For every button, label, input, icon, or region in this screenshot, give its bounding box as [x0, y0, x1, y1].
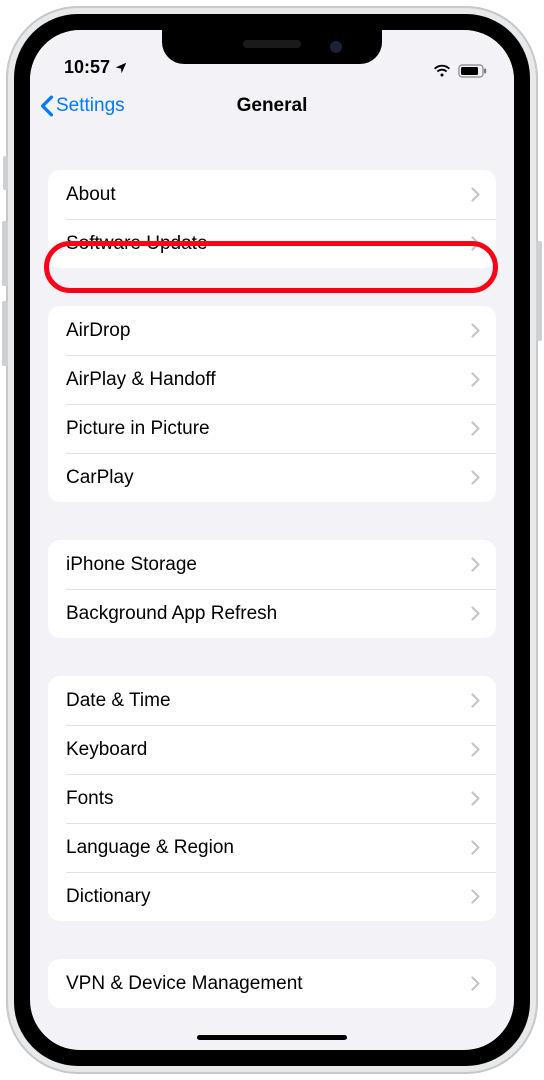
row-background-app-refresh[interactable]: Background App Refresh	[48, 589, 496, 638]
row-label: About	[66, 184, 116, 206]
row-airplay-handoff[interactable]: AirPlay & Handoff	[48, 355, 496, 404]
home-indicator[interactable]	[197, 1035, 347, 1040]
power-button	[536, 241, 542, 341]
row-label: AirDrop	[66, 320, 130, 342]
row-date-time[interactable]: Date & Time	[48, 676, 496, 725]
chevron-right-icon	[471, 693, 480, 708]
chevron-right-icon	[471, 372, 480, 387]
row-keyboard[interactable]: Keyboard	[48, 725, 496, 774]
phone-frame: 10:57	[6, 6, 538, 1074]
chevron-right-icon	[471, 470, 480, 485]
status-icons	[432, 64, 488, 78]
mute-switch	[3, 156, 8, 190]
settings-group: About Software Update	[48, 170, 496, 268]
row-dictionary[interactable]: Dictionary	[48, 872, 496, 921]
row-label: AirPlay & Handoff	[66, 369, 216, 391]
row-carplay[interactable]: CarPlay	[48, 453, 496, 502]
row-label: Software Update	[66, 233, 208, 255]
chevron-right-icon	[471, 236, 480, 251]
row-label: Fonts	[66, 788, 114, 810]
chevron-right-icon	[471, 323, 480, 338]
row-picture-in-picture[interactable]: Picture in Picture	[48, 404, 496, 453]
chevron-right-icon	[471, 840, 480, 855]
chevron-right-icon	[471, 791, 480, 806]
status-time-area: 10:57	[64, 57, 128, 78]
volume-up-button	[2, 221, 8, 286]
settings-group: AirDrop AirPlay & Handoff Picture in Pictu…	[48, 306, 496, 502]
row-iphone-storage[interactable]: iPhone Storage	[48, 540, 496, 589]
chevron-right-icon	[471, 557, 480, 572]
page-title: General	[237, 95, 308, 117]
row-label: Background App Refresh	[66, 603, 277, 625]
chevron-right-icon	[471, 742, 480, 757]
speaker-grille	[243, 40, 301, 48]
chevron-right-icon	[471, 976, 480, 991]
row-label: Dictionary	[66, 886, 150, 908]
chevron-right-icon	[471, 889, 480, 904]
chevron-right-icon	[471, 606, 480, 621]
row-label: Keyboard	[66, 739, 147, 761]
settings-content: About Software Update AirDrop AirPlay & Han…	[30, 170, 514, 1008]
wifi-icon	[432, 64, 452, 78]
location-arrow-icon	[114, 61, 128, 75]
notch	[162, 30, 382, 64]
back-button[interactable]: Settings	[40, 95, 125, 117]
row-label: CarPlay	[66, 467, 134, 489]
row-label: iPhone Storage	[66, 554, 197, 576]
row-label: VPN & Device Management	[66, 973, 303, 995]
settings-group: VPN & Device Management	[48, 959, 496, 1008]
screen: 10:57	[30, 30, 514, 1050]
back-label: Settings	[56, 95, 125, 117]
row-software-update[interactable]: Software Update	[48, 219, 496, 268]
row-about[interactable]: About	[48, 170, 496, 219]
row-label: Language & Region	[66, 837, 234, 859]
row-vpn-device-management[interactable]: VPN & Device Management	[48, 959, 496, 1008]
row-label: Date & Time	[66, 690, 171, 712]
navigation-bar: Settings General	[30, 80, 514, 132]
chevron-right-icon	[471, 421, 480, 436]
chevron-left-icon	[40, 95, 54, 117]
row-label: Picture in Picture	[66, 418, 210, 440]
row-airdrop[interactable]: AirDrop	[48, 306, 496, 355]
row-fonts[interactable]: Fonts	[48, 774, 496, 823]
settings-group: iPhone Storage Background App Refresh	[48, 540, 496, 638]
battery-icon	[458, 64, 488, 78]
front-camera	[330, 41, 342, 53]
phone-bezel: 10:57	[14, 14, 530, 1066]
volume-down-button	[2, 301, 8, 366]
status-time: 10:57	[64, 57, 110, 78]
row-language-region[interactable]: Language & Region	[48, 823, 496, 872]
chevron-right-icon	[471, 187, 480, 202]
settings-group: Date & Time Keyboard Fonts Language & Regio…	[48, 676, 496, 921]
